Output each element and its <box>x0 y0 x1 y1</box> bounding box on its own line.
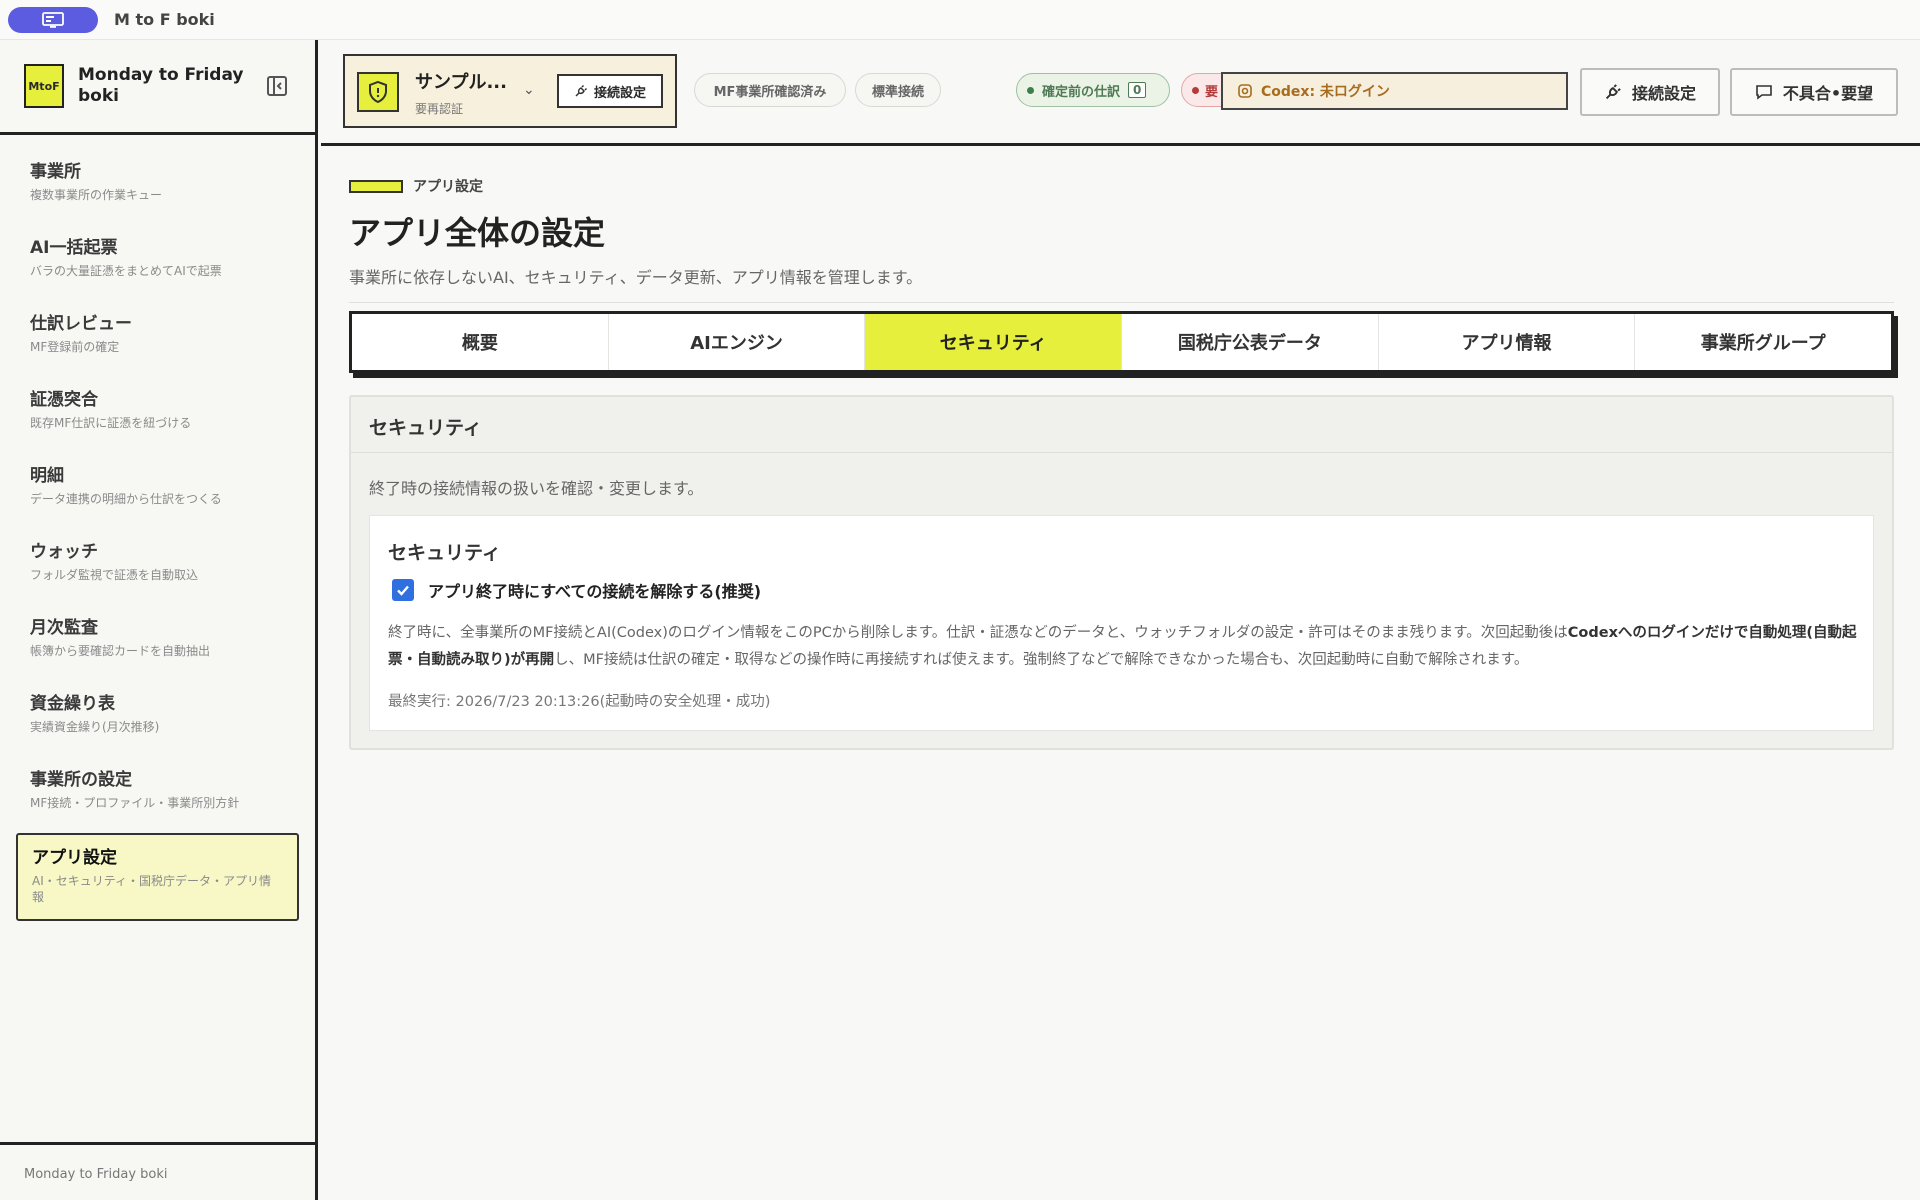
pending-journals-label: 確定前の仕訳 <box>1042 84 1121 100</box>
sidebar-item-sublabel: データ連携の明細から仕訳をつくる <box>30 492 222 506</box>
sidebar-item-label: 事業所の設定 <box>30 770 132 790</box>
disconnect-explanation: 終了時に、全事業所のMF接続とAI(Codex)のログイン情報をこのPCから削除… <box>388 620 1858 674</box>
plug-icon <box>1605 84 1621 100</box>
sidebar-item-sublabel: MF登録前の確定 <box>30 340 120 354</box>
panel-description: 終了時の接続情報の扱いを確認・変更します。 <box>369 479 704 498</box>
card-title: セキュリティ <box>388 542 501 564</box>
last-run-status: 最終実行: 2026/7/23 20:13:26(起動時の安全処理・成功) <box>388 694 771 710</box>
shield-icon <box>357 72 399 112</box>
standard-connection-badge: 標準接続 <box>855 73 941 107</box>
office-name: サンプル... <box>415 72 507 93</box>
sidebar-item-app-settings[interactable]: アプリ設定 AI・セキュリティ・国税庁データ・アプリ情報 <box>16 833 299 921</box>
settings-tabs: 概要 AIエンジン セキュリティ 国税庁公表データ アプリ情報 事業所グループ <box>349 311 1894 373</box>
sidebar-item-label: 証憑突合 <box>30 390 98 410</box>
plug-icon <box>575 84 588 97</box>
app-switcher-pill[interactable] <box>8 6 98 33</box>
sidebar-item-ai-bulk-entry[interactable]: AI一括起票 バラの大量証憑をまとめてAIで起票 <box>16 225 299 287</box>
office-selector[interactable]: サンプル... 要再認証 ⌄ 接続設定 <box>343 54 677 128</box>
app-logo: MtoF <box>24 64 64 108</box>
sidebar-item-offices[interactable]: 事業所 複数事業所の作業キュー <box>16 149 299 211</box>
status-dot-icon <box>1027 86 1034 94</box>
sidebar-item-sublabel: 既存MF仕訳に証憑を紐づける <box>30 416 192 430</box>
window-titlebar: M to F boki <box>0 0 1920 40</box>
disconnect-on-exit-checkbox[interactable] <box>392 579 414 601</box>
sidebar-item-sublabel: 複数事業所の作業キュー <box>30 188 163 202</box>
window-title: M to F boki <box>114 10 215 29</box>
sidebar-footer: Monday to Friday boki <box>0 1142 315 1200</box>
sidebar-nav: 事業所 複数事業所の作業キュー AI一括起票 バラの大量証憑をまとめてAIで起票… <box>0 135 315 921</box>
sidebar-item-label: 仕訳レビュー <box>30 314 132 334</box>
page-eyebrow: アプリ設定 <box>349 176 1894 196</box>
sidebar-item-watch[interactable]: ウォッチ フォルダ監視で証憑を自動取込 <box>16 529 299 591</box>
main-content: アプリ設定 アプリ全体の設定 事業所に依存しないAI、セキュリティ、データ更新、… <box>349 176 1894 750</box>
tab-ai-engine[interactable]: AIエンジン <box>609 314 866 370</box>
sidebar-item-label: 事業所 <box>30 162 81 182</box>
sidebar-item-cashflow[interactable]: 資金繰り表 実績資金繰り(月次推移) <box>16 681 299 743</box>
feedback-label: 不具合•要望 <box>1782 84 1874 103</box>
chat-bubble-icon <box>1756 85 1772 100</box>
tab-app-info[interactable]: アプリ情報 <box>1379 314 1636 370</box>
checkmark-icon <box>397 585 409 596</box>
attention-label: 要 <box>1205 84 1219 100</box>
tab-overview[interactable]: 概要 <box>352 314 609 370</box>
warning-dot-icon <box>1192 86 1199 94</box>
topbar: サンプル... 要再認証 ⌄ 接続設定 MF事業所確認済み 標準接続 確定前の仕… <box>321 40 1920 146</box>
sidebar-item-sublabel: 実績資金繰り(月次推移) <box>30 720 160 734</box>
brand-header: MtoF Monday to Friday boki <box>0 40 315 135</box>
monitor-icon <box>42 11 64 28</box>
tab-security[interactable]: セキュリティ <box>865 314 1123 370</box>
tab-office-groups[interactable]: 事業所グループ <box>1635 314 1891 370</box>
codex-icon <box>1238 84 1252 98</box>
codex-status-field[interactable]: Codex: 未ログイン <box>1221 72 1568 110</box>
page-description: 事業所に依存しないAI、セキュリティ、データ更新、アプリ情報を管理します。 <box>349 268 923 287</box>
office-connect-label: 接続設定 <box>593 85 646 101</box>
office-auth-status: 要再認証 <box>415 102 464 116</box>
sidebar-item-receipt-matching[interactable]: 証憑突合 既存MF仕訳に証憑を紐づける <box>16 377 299 439</box>
sidebar: MtoF Monday to Friday boki 事業所 複数事業所の作業キ… <box>0 40 318 1200</box>
page-title: アプリ全体の設定 <box>349 214 606 252</box>
sidebar-item-label: アプリ設定 <box>32 848 117 868</box>
eyebrow-label: アプリ設定 <box>413 179 483 195</box>
codex-status-label: Codex: 未ログイン <box>1261 84 1390 100</box>
sidebar-item-label: 明細 <box>30 466 64 486</box>
sidebar-item-label: 月次監査 <box>30 618 98 638</box>
sidebar-item-sublabel: MF接続・プロファイル・事業所別方針 <box>30 796 240 810</box>
office-connect-button[interactable]: 接続設定 <box>557 74 663 108</box>
connection-settings-button[interactable]: 接続設定 <box>1580 68 1720 116</box>
brand-name: Monday to Friday boki <box>78 65 244 106</box>
sidebar-item-label: 資金繰り表 <box>30 694 115 714</box>
explanation-part-1: 終了時に、全事業所のMF接続とAI(Codex)のログイン情報をこのPCから削除… <box>388 625 1568 641</box>
explanation-part-2: し、MF接続は仕訳の確定・取得などの操作時に再接続すれば使えます。強制終了などで… <box>554 652 1529 668</box>
mf-office-confirmed-badge: MF事業所確認済み <box>694 73 846 107</box>
sidebar-item-sublabel: AI・セキュリティ・国税庁データ・アプリ情報 <box>32 874 272 904</box>
disconnect-on-exit-label: アプリ終了時にすべての接続を解除する(推奨) <box>428 582 762 601</box>
sidebar-item-sublabel: 帳簿から要確認カードを自動抽出 <box>30 644 211 658</box>
header-divider <box>349 302 1894 303</box>
sidebar-item-journal-review[interactable]: 仕訳レビュー MF登録前の確定 <box>16 301 299 363</box>
sidebar-item-office-settings[interactable]: 事業所の設定 MF接続・プロファイル・事業所別方針 <box>16 757 299 819</box>
security-card: セキュリティ アプリ終了時にすべての接続を解除する(推奨) 終了時に、全事業所の… <box>369 515 1874 731</box>
eyebrow-accent-bar <box>349 179 403 193</box>
sidebar-item-monthly-audit[interactable]: 月次監査 帳簿から要確認カードを自動抽出 <box>16 605 299 667</box>
disconnect-on-exit-option[interactable]: アプリ終了時にすべての接続を解除する(推奨) <box>392 578 761 602</box>
sidebar-collapse-icon[interactable] <box>265 74 289 98</box>
pending-journals-count: 0 <box>1128 82 1147 98</box>
tab-nta-data[interactable]: 国税庁公表データ <box>1122 314 1379 370</box>
security-panel: セキュリティ 終了時の接続情報の扱いを確認・変更します。 セキュリティ アプリ終… <box>349 395 1894 750</box>
sidebar-item-label: ウォッチ <box>30 542 98 562</box>
chevron-down-icon[interactable]: ⌄ <box>523 82 535 98</box>
pending-journals-chip[interactable]: 確定前の仕訳 0 <box>1016 73 1170 107</box>
sidebar-item-sublabel: バラの大量証憑をまとめてAIで起票 <box>30 264 222 278</box>
feedback-button[interactable]: 不具合•要望 <box>1730 68 1898 116</box>
panel-title: セキュリティ <box>351 397 1892 453</box>
sidebar-item-label: AI一括起票 <box>30 238 118 258</box>
sidebar-item-statements[interactable]: 明細 データ連携の明細から仕訳をつくる <box>16 453 299 515</box>
sidebar-item-sublabel: フォルダ監視で証憑を自動取込 <box>30 568 199 582</box>
connection-settings-label: 接続設定 <box>1631 84 1696 103</box>
